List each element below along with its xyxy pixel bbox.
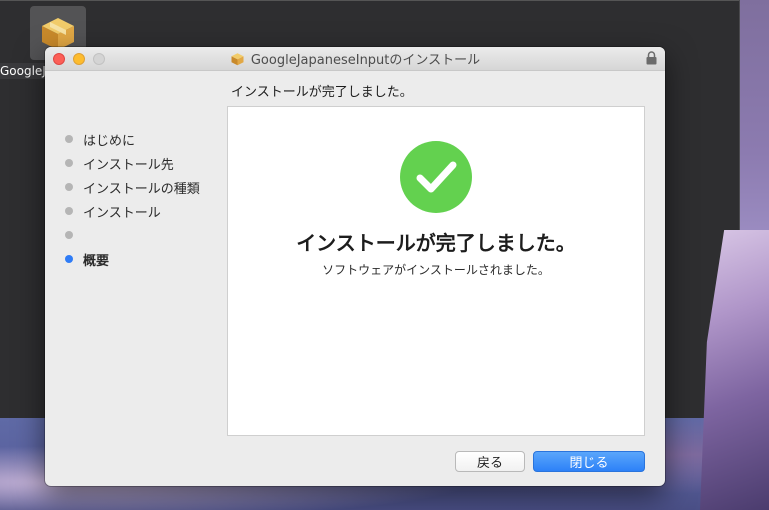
lock-icon[interactable] — [646, 51, 657, 65]
step-label: インストール — [83, 205, 161, 221]
step-dot — [65, 207, 73, 215]
installer-window: GoogleJapaneseInputのインストール インストールが完了しました… — [45, 47, 665, 486]
step-dot-active — [65, 255, 73, 263]
step-dot — [65, 159, 73, 167]
step-item-blank — [65, 223, 200, 247]
step-dot — [65, 183, 73, 191]
content-panel: インストールが完了しました。 ソフトウェアがインストールされました。 — [227, 106, 645, 436]
step-item-destination: インストール先 — [65, 151, 200, 175]
step-item-installation: インストール — [65, 199, 200, 223]
step-item-install-type: インストールの種類 — [65, 175, 200, 199]
completion-title: インストールが完了しました。 — [296, 231, 576, 255]
step-label: はじめに — [83, 133, 136, 149]
package-icon — [231, 53, 244, 66]
step-label: インストール先 — [83, 157, 174, 173]
background-window-edge — [0, 0, 739, 1]
step-list: はじめに インストール先 インストールの種類 インストール 概要 — [65, 127, 200, 271]
completion-subtitle: ソフトウェアがインストールされました。 — [322, 263, 550, 277]
step-item-introduction: はじめに — [65, 127, 200, 151]
step-item-summary: 概要 — [65, 247, 200, 271]
package-icon — [42, 18, 74, 50]
desktop-icon-label[interactable]: GoogleJap — [0, 63, 46, 79]
step-dot — [65, 135, 73, 143]
step-label: 概要 — [83, 253, 110, 269]
step-label: インストールの種類 — [83, 181, 200, 197]
checkmark-icon — [400, 141, 472, 213]
step-header: インストールが完了しました。 — [231, 85, 413, 100]
window-title: GoogleJapaneseInputのインストール — [250, 53, 481, 68]
step-dot — [65, 231, 73, 239]
close-button[interactable]: 閉じる — [533, 451, 645, 472]
title-bar[interactable]: GoogleJapaneseInputのインストール — [45, 47, 665, 71]
back-button[interactable]: 戻る — [455, 451, 525, 472]
